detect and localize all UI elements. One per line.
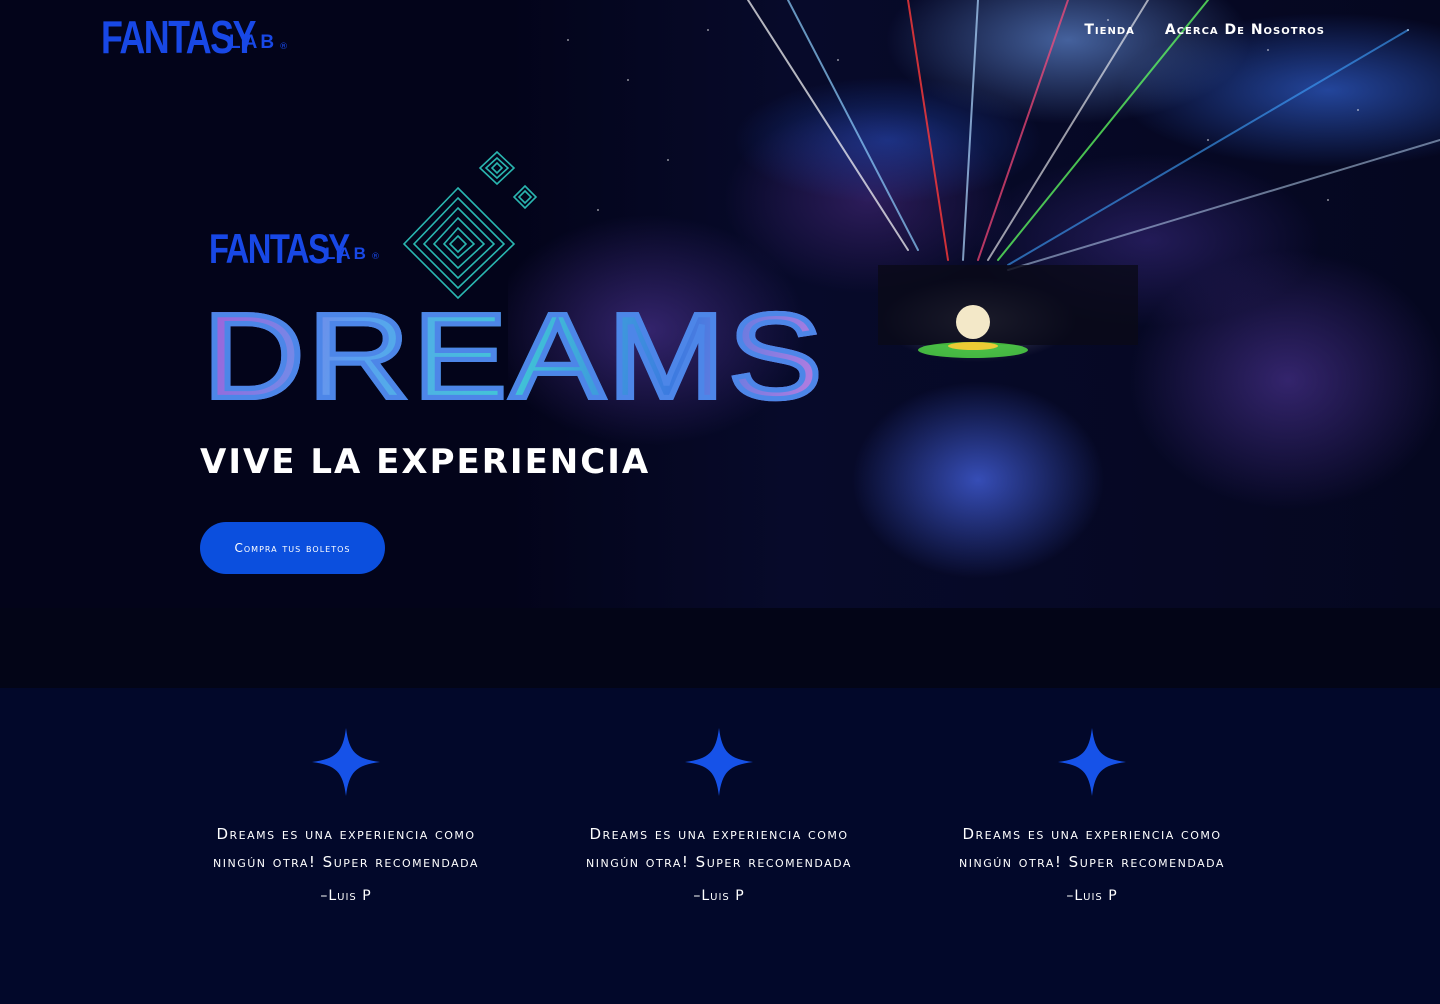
testimonial-quote: Dreams es una experiencia como ningún ot… [213, 825, 479, 871]
hero-brand-registered-mark: ® [370, 252, 380, 262]
hero-brand-wordmark: FANTASY [209, 225, 350, 272]
nav-item-acerca[interactable]: Acerca De Nosotros [1165, 22, 1325, 38]
testimonial-author: –Luis P [1066, 888, 1118, 904]
testimonial-quote: Dreams es una experiencia como ningún ot… [586, 825, 852, 871]
testimonials-section: Dreams es una experiencia como ningún ot… [0, 688, 1440, 1004]
sparkle-star-icon [312, 728, 380, 796]
testimonial-card: Dreams es una experiencia como ningún ot… [579, 726, 859, 904]
header-logo[interactable]: FANTASY LAB ® [101, 10, 288, 60]
sparkle-star-icon [1058, 728, 1126, 796]
diamond-pattern-icon [402, 150, 538, 300]
logo-wordmark: FANTASY [101, 11, 256, 63]
hero-brand-logo: FANTASY LAB ® [209, 228, 380, 270]
hero-title: DREAMS [200, 288, 826, 424]
nav-item-tienda[interactable]: Tienda [1084, 22, 1135, 38]
testimonial-author: –Luis P [693, 888, 745, 904]
testimonial-card: Dreams es una experiencia como ningún ot… [206, 726, 486, 904]
hero-section: FANTASY LAB ® Tienda Acerca De Nosotros … [0, 0, 1440, 608]
main-nav: Tienda Acerca De Nosotros [1084, 22, 1325, 38]
logo-registered-mark: ® [279, 42, 289, 52]
testimonial-quote: Dreams es una experiencia como ningún ot… [959, 825, 1225, 871]
testimonial-card: Dreams es una experiencia como ningún ot… [952, 726, 1232, 904]
testimonial-author: –Luis P [320, 888, 372, 904]
buy-tickets-button[interactable]: Compra tus boletos [200, 522, 385, 574]
sparkle-star-icon [685, 728, 753, 796]
hero-tagline: VIVE LA EXPERIENCIA [200, 442, 651, 482]
